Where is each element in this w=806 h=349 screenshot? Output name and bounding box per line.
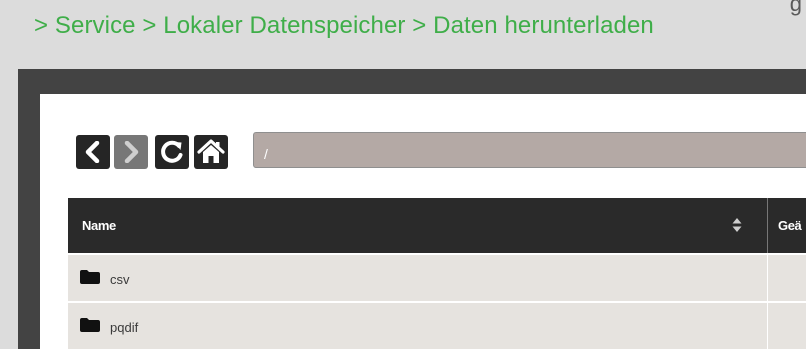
folder-icon [80,318,100,332]
column-divider [767,198,768,253]
table-row[interactable]: csv [68,255,806,301]
column-header-changed[interactable]: Geä [778,218,802,233]
table-row[interactable]: pqdif [68,303,806,349]
file-name[interactable]: pqdif [110,320,138,335]
home-button[interactable] [194,135,228,169]
folder-icon [80,270,100,284]
back-button[interactable] [76,135,110,169]
column-divider [767,303,768,349]
header-corner-text: g [789,0,802,16]
chevron-right-icon [124,141,139,163]
column-header-name[interactable]: Name [82,218,116,233]
file-name[interactable]: csv [110,272,130,287]
path-input[interactable] [253,132,806,168]
chevron-left-icon [85,141,100,163]
refresh-icon [161,140,183,163]
table-header: Name Geä [68,198,806,253]
refresh-button[interactable] [155,135,189,169]
sort-icon[interactable] [732,217,742,233]
breadcrumb: > Service > Lokaler Datenspeicher > Date… [34,12,654,39]
forward-button[interactable] [114,135,148,169]
home-icon [197,139,225,163]
column-divider [767,255,768,301]
